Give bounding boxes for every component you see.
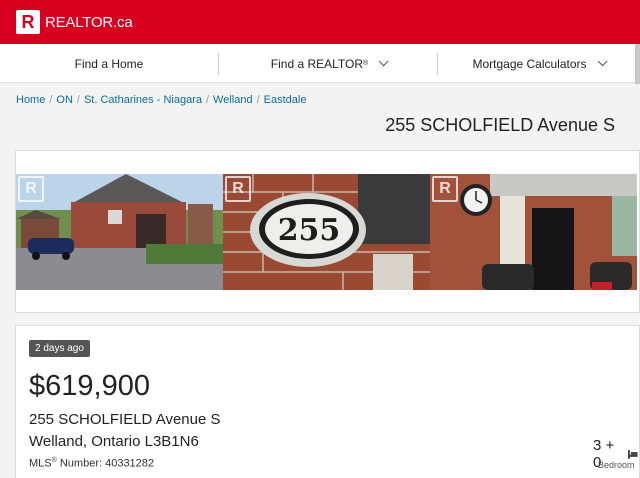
breadcrumb: Home / ON / St. Catharines - Niagara / Well…	[16, 94, 307, 106]
nav-find-a-realtor[interactable]: Find a REALTOR ®	[219, 44, 437, 83]
nav-mortgage-calculators[interactable]: Mortgage Calculators	[438, 44, 638, 83]
front-porch-photo[interactable]: R	[430, 174, 637, 290]
house-exterior-photo[interactable]: R	[16, 174, 223, 290]
house-number-sign-photo[interactable]: 255 R	[223, 174, 430, 290]
nav-mortgage-calculators-label: Mortgage Calculators	[472, 56, 587, 71]
photo-gallery: R 255 R R	[15, 150, 640, 313]
breadcrumb-region[interactable]: St. Catharines - Niagara	[84, 94, 202, 106]
bed-icon	[628, 450, 639, 459]
listing-summary-card: 2 days ago $619,900 255 SCHOLFIELD Avenu…	[15, 325, 640, 478]
mls-value: Number: 40331282	[56, 457, 155, 470]
bedrooms-label: Bedroom	[598, 460, 635, 470]
chevron-down-icon	[597, 56, 608, 67]
realtor-watermark-icon: R	[18, 176, 44, 202]
scrollbar[interactable]	[635, 44, 640, 84]
breadcrumb-province[interactable]: ON	[56, 94, 73, 106]
house-number-text: 255	[278, 213, 341, 248]
realtor-watermark-icon: R	[432, 176, 458, 202]
breadcrumb-city[interactable]: Welland	[213, 94, 253, 106]
mls-number: MLS® Number: 40331282	[29, 457, 154, 470]
logo-icon: R	[16, 10, 40, 34]
nav-find-a-realtor-label: Find a REALTOR	[270, 56, 364, 71]
main-nav: Find a Home Find a REALTOR ® Mortgage Cal…	[0, 44, 640, 83]
listing-price: $619,900	[29, 370, 150, 402]
listed-time-badge: 2 days ago	[29, 340, 90, 357]
top-header: R REALTOR.ca	[0, 0, 640, 44]
mls-label: MLS	[29, 457, 52, 470]
page-title: 255 SCHOLFIELD Avenue S	[385, 115, 615, 135]
nav-find-a-home-label: Find a Home	[74, 56, 144, 71]
breadcrumb-home[interactable]: Home	[16, 94, 45, 106]
breadcrumb-neighbourhood[interactable]: Eastdale	[264, 94, 307, 106]
realtor-logo[interactable]: R REALTOR.ca	[16, 10, 133, 34]
address-city: Welland, Ontario L3B1N6	[29, 433, 199, 450]
realtor-watermark-icon: R	[225, 176, 251, 202]
logo-text: REALTOR.ca	[45, 13, 133, 31]
nav-find-a-home[interactable]: Find a Home	[0, 44, 218, 83]
chevron-down-icon	[378, 56, 389, 67]
address-street: 255 SCHOLFIELD Avenue S	[29, 411, 221, 428]
registered-mark: ®	[363, 60, 369, 67]
